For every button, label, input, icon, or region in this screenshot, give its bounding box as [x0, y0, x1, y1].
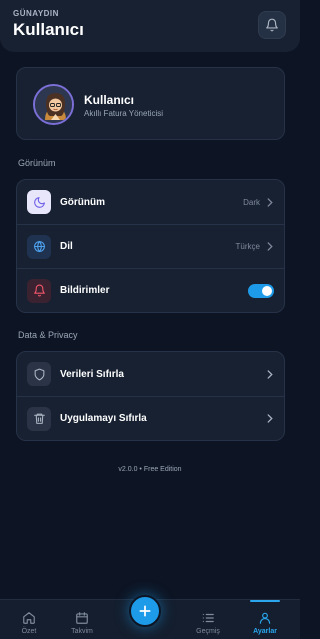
section-title-privacy: Data & Privacy	[18, 330, 78, 340]
chevron-right-icon	[266, 197, 274, 207]
greeting-text: GÜNAYDIN	[13, 9, 59, 18]
home-icon	[23, 612, 35, 624]
bell-icon	[266, 18, 278, 32]
shield-icon	[27, 362, 51, 386]
avatar	[33, 84, 74, 125]
settings-row-label: Dil	[60, 241, 73, 252]
app-header: GÜNAYDIN Kullanıcı	[0, 0, 300, 52]
user-icon	[259, 612, 271, 624]
tab-history[interactable]: Geçmiş	[183, 611, 233, 635]
add-button[interactable]	[129, 595, 161, 627]
tab-settings[interactable]: Ayarlar	[240, 600, 290, 635]
settings-row-value: Dark	[243, 197, 260, 207]
settings-row-label: Verileri Sıfırla	[60, 368, 124, 380]
chevron-right-icon	[266, 369, 274, 379]
settings-row-language[interactable]: Dil Türkçe	[17, 224, 284, 268]
bell-icon	[27, 278, 51, 303]
notifications-button[interactable]	[258, 11, 286, 39]
settings-row-label: Görünüm	[60, 196, 105, 208]
settings-row-label: Bildirimler	[60, 285, 110, 296]
version-text: v2.0.0 • Free Edition	[118, 466, 182, 473]
section-title-appearance: Görünüm	[18, 158, 56, 168]
trash-icon	[27, 406, 51, 431]
calendar-icon	[76, 612, 88, 624]
profile-subtitle: Akıllı Fatura Yöneticisi	[84, 109, 163, 118]
plus-icon	[139, 605, 151, 617]
settings-row-value: Türkçe	[235, 242, 260, 251]
appearance-settings-group: Görünüm Dark Dil Türkçe Bildirimler	[16, 179, 285, 313]
tab-label: Ayarlar	[253, 628, 277, 635]
settings-row-appearance[interactable]: Görünüm Dark	[17, 180, 284, 224]
settings-row-notifications: Bildirimler	[17, 268, 284, 312]
globe-icon	[27, 234, 51, 259]
tab-label: Özet	[21, 628, 37, 635]
active-tab-indicator	[250, 600, 280, 602]
tab-calendar[interactable]: Takvim	[57, 611, 107, 635]
profile-card[interactable]: Kullanıcı Akıllı Fatura Yöneticisi	[16, 67, 285, 140]
chevron-right-icon	[266, 242, 274, 252]
settings-row-reset-data[interactable]: Verileri Sıfırla	[17, 352, 284, 396]
settings-row-reset-app[interactable]: Uygulamayı Sıfırla	[17, 396, 284, 440]
settings-row-label: Uygulamayı Sıfırla	[60, 413, 147, 424]
tab-summary[interactable]: Özet	[4, 611, 54, 635]
header-title: Kullanıcı	[13, 20, 84, 39]
tab-label: Takvim	[71, 628, 93, 635]
chevron-right-icon	[266, 414, 274, 424]
moon-icon	[27, 190, 51, 214]
privacy-settings-group: Verileri Sıfırla Uygulamayı Sıfırla	[16, 351, 285, 441]
notifications-toggle[interactable]	[248, 283, 274, 298]
profile-name: Kullanıcı	[84, 93, 135, 107]
list-icon	[202, 613, 214, 623]
tab-label: Geçmiş	[196, 628, 220, 635]
